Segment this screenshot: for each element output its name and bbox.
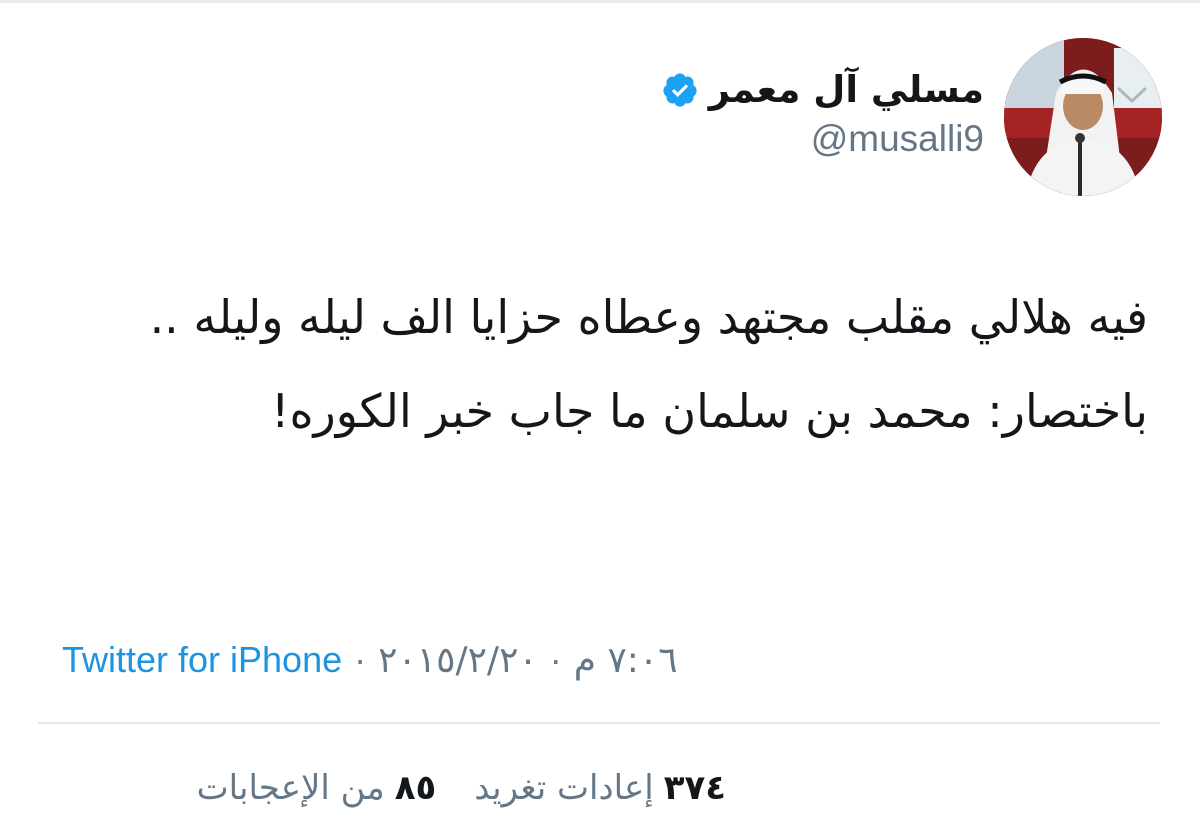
top-divider [0,0,1200,3]
verified-badge-icon [661,71,699,109]
tweet-detail: مسلي آل معمر @musalli9 فيه هلالي مقلب مج… [0,0,1200,832]
chevron-down-icon [1117,87,1147,103]
more-options-button[interactable] [1112,80,1152,110]
likes-stat[interactable]: ٨٥ من الإعجابات [197,768,437,808]
likes-count: ٨٥ [394,768,437,808]
likes-label: من الإعجابات [196,768,385,808]
source-link[interactable]: Twitter for iPhone [62,639,342,681]
user-names: مسلي آل معمر @musalli9 [661,66,984,160]
display-name[interactable]: مسلي آل معمر [709,66,984,114]
tweet-paragraph-2: باختصار: محمد بن سلمان ما جاب خبر الكوره… [271,384,1148,438]
tweet-paragraph-1: فيه هلالي مقلب مجتهد وعطاه حزايا الف ليل… [149,290,1148,344]
tweet-meta: Twitter for iPhone · ٢٠١٥/٢/٢٠ · ٧:٠٦ م [62,632,678,688]
tweet-stats: ٣٧٤ إعادات تغريد ٨٥ من الإعجابات [197,760,726,816]
avatar[interactable] [1004,38,1162,196]
tweet-text: فيه هلالي مقلب مجتهد وعطاه حزايا الف ليل… [48,280,1148,448]
user-handle[interactable]: @musalli9 [661,118,984,160]
stats-divider [38,722,1160,724]
meta-separator: · [549,639,562,680]
tweet-date[interactable]: ٢٠١٥/٢/٢٠ [378,640,538,681]
tweet-header: مسلي آل معمر @musalli9 [40,38,1162,198]
retweets-label: إعادات تغريد [474,768,654,808]
retweets-count: ٣٧٤ [663,768,726,808]
avatar-image [1004,38,1162,196]
name-row: مسلي آل معمر [661,66,984,114]
tweet-time[interactable]: ٧:٠٦ م [574,640,678,681]
retweets-stat[interactable]: ٣٧٤ إعادات تغريد [474,768,726,808]
meta-separator: · [354,639,367,680]
